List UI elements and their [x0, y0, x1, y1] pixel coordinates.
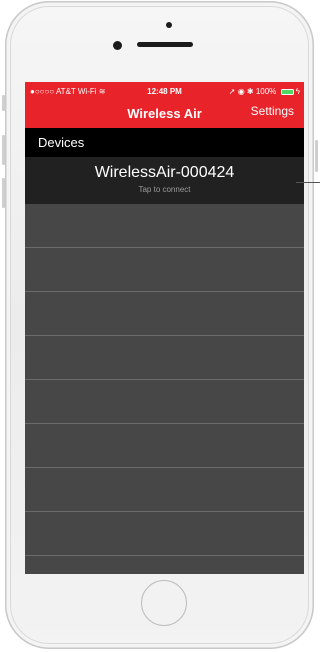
- annotation-line: [296, 182, 320, 183]
- proximity-sensor: [166, 22, 172, 28]
- page: ●○○○○ AT&T Wi-Fi ≋ 12:48 PM ➚ ◉ ✱ 100% ϟ…: [0, 0, 320, 652]
- devices-section-header: Devices: [25, 128, 304, 157]
- table-row: [25, 468, 304, 512]
- device-name: WirelessAir-000424: [94, 164, 235, 181]
- battery-icon: [280, 88, 294, 95]
- settings-button[interactable]: Settings: [251, 104, 294, 118]
- table-row: [25, 380, 304, 424]
- power-button: [315, 140, 318, 172]
- table-row: [25, 424, 304, 468]
- volume-down-button: [2, 178, 5, 208]
- device-cell[interactable]: WirelessAir-000424 Tap to connect: [25, 157, 304, 204]
- charging-icon: ϟ: [295, 87, 300, 96]
- status-right: ➚ ◉ ✱ 100% ϟ: [229, 82, 300, 102]
- volume-up-button: [2, 135, 5, 165]
- status-bar: ●○○○○ AT&T Wi-Fi ≋ 12:48 PM ➚ ◉ ✱ 100% ϟ: [25, 82, 304, 102]
- app-screen: ●○○○○ AT&T Wi-Fi ≋ 12:48 PM ➚ ◉ ✱ 100% ϟ…: [25, 82, 304, 574]
- status-icons: ➚ ◉ ✱ 100%: [228, 87, 277, 96]
- earpiece-speaker: [137, 42, 193, 47]
- table-row: [25, 336, 304, 380]
- table-row: [25, 512, 304, 556]
- device-subtitle: Tap to connect: [138, 185, 191, 194]
- table-row: [25, 204, 304, 248]
- navigation-bar: Wireless Air Settings: [25, 102, 304, 128]
- table-row: [25, 292, 304, 336]
- empty-table-rows: [25, 204, 304, 574]
- home-button[interactable]: [141, 580, 187, 626]
- table-row: [25, 248, 304, 292]
- front-camera: [113, 41, 122, 50]
- mute-switch: [2, 95, 5, 111]
